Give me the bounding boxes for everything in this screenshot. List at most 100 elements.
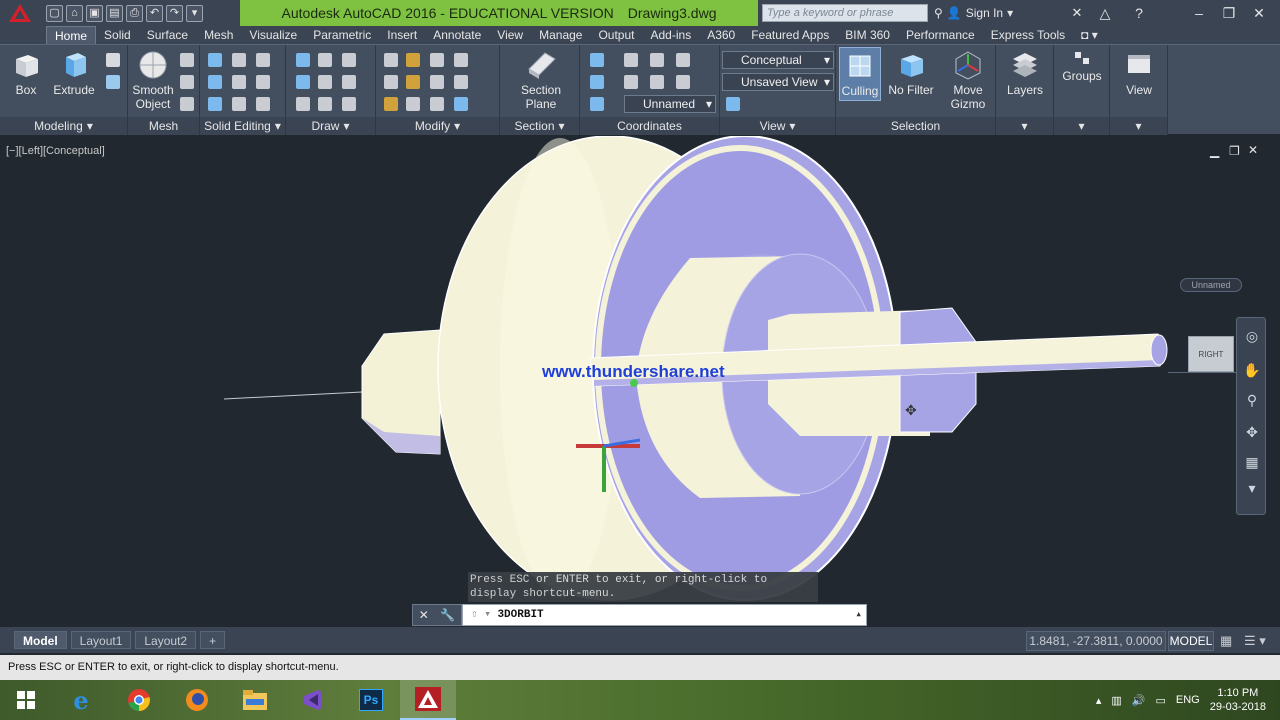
panel-title-view[interactable]: View ▾	[720, 117, 835, 135]
tab-visualize[interactable]: Visualize	[241, 26, 305, 44]
move-icon[interactable]	[406, 53, 420, 67]
autocad-icon[interactable]	[400, 680, 456, 720]
model-space-button[interactable]: MODEL	[1168, 631, 1214, 651]
section-plane-button[interactable]: Section Plane	[514, 49, 568, 111]
panel-title-mesh[interactable]: Mesh	[128, 117, 199, 135]
firefox-icon[interactable]	[168, 680, 226, 720]
mesh-box-icon[interactable]	[180, 53, 194, 67]
tab-bim-360[interactable]: BIM 360	[837, 26, 898, 44]
start-icon[interactable]	[0, 680, 52, 720]
tab-parametric[interactable]: Parametric	[305, 26, 379, 44]
tab-layout2[interactable]: Layout2	[135, 631, 197, 649]
extrude-button[interactable]: Extrude	[52, 49, 96, 97]
plot-icon[interactable]: ⎙	[126, 4, 143, 22]
network-icon[interactable]: ▥	[1111, 694, 1121, 707]
undo-icon[interactable]: ↶	[146, 4, 163, 22]
panel-title-coordinates[interactable]: Coordinates	[580, 117, 719, 135]
ucs-view-icon[interactable]	[624, 75, 638, 89]
tab-output[interactable]: Output	[590, 26, 642, 44]
presspull-icon[interactable]	[106, 75, 120, 89]
internet-explorer-icon[interactable]: e	[52, 680, 110, 720]
tab-solid[interactable]: Solid	[96, 26, 139, 44]
panel-title-selection[interactable]: Selection	[836, 117, 995, 135]
intersect-icon[interactable]	[208, 97, 222, 111]
panel-title-solid-editing[interactable]: Solid Editing ▾	[200, 117, 285, 135]
sign-in-button[interactable]: ⚲ 👤 Sign In ▾	[934, 0, 1013, 26]
command-history-icon[interactable]: ▴	[855, 605, 862, 625]
search-input[interactable]: Type a keyword or phrase	[762, 4, 928, 22]
box-button[interactable]: Box	[8, 49, 44, 97]
extract-edges-icon[interactable]	[232, 53, 246, 67]
coordinate-readout[interactable]: 1.8481, -27.3811, 0.0000	[1026, 631, 1166, 651]
clock[interactable]: 1:10 PM 29-03-2018	[1210, 686, 1266, 714]
exchange-apps-icon[interactable]: ✕	[1062, 0, 1092, 26]
open-icon[interactable]: ⌂	[66, 4, 83, 22]
rotate-icon[interactable]	[454, 53, 468, 67]
helix-icon[interactable]	[318, 53, 332, 67]
layers-button[interactable]: Layers	[1004, 49, 1046, 97]
view-button[interactable]: View	[1118, 49, 1160, 97]
subtract-icon[interactable]	[208, 75, 222, 89]
line-icon[interactable]	[318, 75, 332, 89]
save-as-icon[interactable]: ▤	[106, 4, 123, 22]
close-icon[interactable]: ✕	[1244, 0, 1274, 26]
tab-mesh[interactable]: Mesh	[196, 26, 241, 44]
ribbon-toggle-icon[interactable]: ◘ ▾	[1073, 26, 1106, 44]
autocad-app-menu-icon[interactable]	[0, 0, 40, 26]
chrome-icon[interactable]	[110, 680, 168, 720]
tab-home[interactable]: Home	[46, 26, 97, 44]
groups-expand[interactable]: ▾	[1054, 117, 1109, 135]
language-indicator[interactable]: ENG	[1176, 694, 1200, 706]
3d-rotate-icon[interactable]	[430, 75, 444, 89]
ucs-origin-icon[interactable]	[590, 75, 604, 89]
panel-title-modeling[interactable]: Modeling ▾	[0, 117, 127, 135]
smooth-object-button[interactable]: Smooth Object	[130, 49, 176, 111]
no-filter-button[interactable]: No Filter	[886, 49, 936, 97]
status-customize-icon[interactable]: ☰ ▾	[1244, 633, 1266, 649]
slice-icon[interactable]	[232, 75, 246, 89]
saved-view-dropdown[interactable]: Unsaved View ▾	[722, 73, 834, 91]
extend-icon[interactable]	[384, 75, 398, 89]
erase-icon[interactable]	[384, 97, 398, 111]
pan-hand-icon[interactable]: ✋	[1242, 360, 1262, 380]
wcs-menu[interactable]: Unnamed	[1180, 278, 1242, 292]
viewport-config-icon[interactable]	[726, 97, 740, 111]
mesh-smooth-less-icon[interactable]	[180, 97, 194, 111]
tab-add-ins[interactable]: Add-ins	[643, 26, 700, 44]
battery-icon[interactable]: ▭	[1155, 694, 1165, 707]
trim-icon[interactable]	[384, 53, 398, 67]
union-icon[interactable]	[208, 53, 222, 67]
tab-model[interactable]: Model	[14, 631, 67, 649]
volume-icon[interactable]: 🔊	[1132, 694, 1146, 707]
ucs-x-icon[interactable]	[650, 53, 664, 67]
tab-insert[interactable]: Insert	[379, 26, 425, 44]
tab-annotate[interactable]: Annotate	[425, 26, 489, 44]
navbar-options-icon[interactable]: ▾	[1242, 478, 1262, 498]
arc-icon[interactable]	[342, 53, 356, 67]
help-icon[interactable]: ?	[1124, 0, 1154, 26]
tab-layout1[interactable]: Layout1	[70, 631, 132, 649]
redo-icon[interactable]: ↷	[166, 4, 183, 22]
copy-icon[interactable]	[430, 53, 444, 67]
array-icon[interactable]	[454, 97, 468, 111]
extrude-faces-icon[interactable]	[256, 53, 270, 67]
customize-qat-icon[interactable]: ▾	[186, 4, 203, 22]
move-gizmo-button[interactable]: Move Gizmo	[944, 49, 992, 111]
steering-wheel-icon[interactable]: ◎	[1242, 326, 1262, 346]
ucs-face-icon[interactable]	[676, 75, 690, 89]
view-expand[interactable]: ▾	[1110, 117, 1167, 135]
polygon-icon[interactable]	[296, 97, 310, 111]
a360-icon[interactable]: △	[1090, 0, 1120, 26]
drawing-viewport[interactable]: [−][Left][Conceptual] ▁ ❐ ✕ ✥ www.thunde…	[0, 136, 1280, 626]
3d-move-icon[interactable]	[406, 75, 420, 89]
scale-icon[interactable]	[430, 97, 444, 111]
panel-title-section[interactable]: Section ▾	[500, 117, 579, 135]
tab-a360[interactable]: A360	[699, 26, 743, 44]
spline-icon[interactable]	[296, 75, 310, 89]
new-icon[interactable]: ▢	[46, 4, 63, 22]
fillet-icon[interactable]	[454, 75, 468, 89]
save-icon[interactable]: ▣	[86, 4, 103, 22]
command-input[interactable]: ⇧ ▾ 3DORBIT ▴	[462, 604, 867, 626]
layers-expand[interactable]: ▾	[996, 117, 1053, 135]
minimize-icon[interactable]: –	[1184, 0, 1214, 26]
